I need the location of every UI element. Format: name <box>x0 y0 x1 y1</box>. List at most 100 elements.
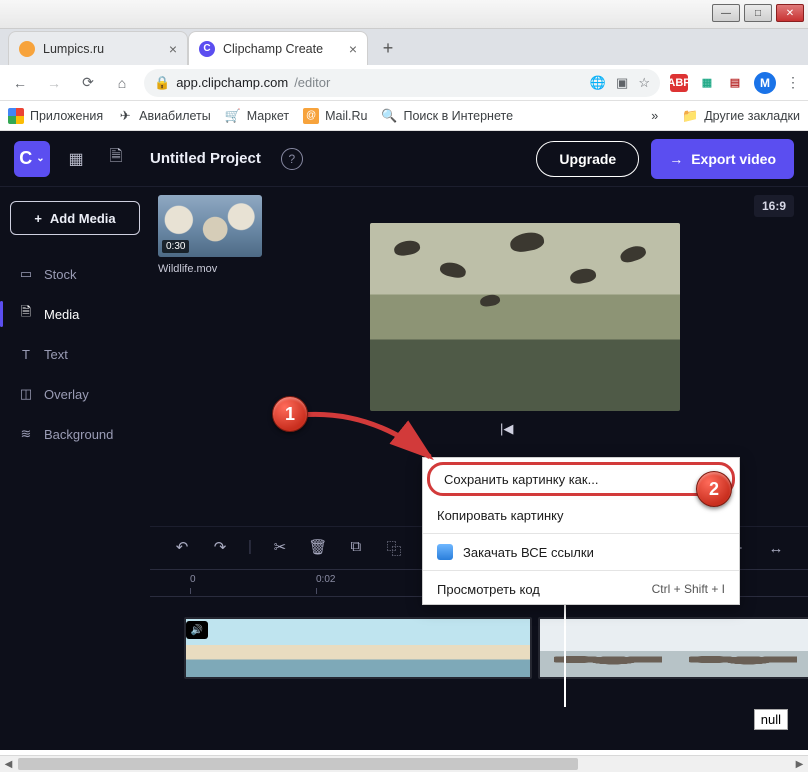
browser-tab-clipchamp[interactable]: C Clipchamp Create × <box>188 31 368 65</box>
bookmark-label: Поиск в Интернете <box>403 109 513 123</box>
scroll-left-button[interactable]: ◀ <box>0 756 17 773</box>
bookmarks-bar: Приложения ✈Авиабилеты 🛒Маркет @Mail.Ru … <box>0 101 808 131</box>
cast-icon[interactable]: ▣ <box>616 75 628 91</box>
reload-button[interactable]: ⟳ <box>76 74 100 91</box>
redo-button[interactable]: ↷ <box>210 538 230 559</box>
timeline-track[interactable]: 🔊 <box>150 597 808 707</box>
bookmark-label: Другие закладки <box>704 109 800 123</box>
text-icon: T <box>18 347 34 362</box>
sidebar: + Add Media ▭Stock 🗎Media T Text ◫Overlay… <box>0 187 150 750</box>
timeline-clip[interactable] <box>184 617 532 679</box>
app-topbar: C⌄ ▦ 🗎 Untitled Project ? Upgrade → Expo… <box>0 131 808 187</box>
tab-close-icon[interactable]: × <box>349 41 357 57</box>
ctx-separator <box>423 570 739 571</box>
bookmark-label: Маркет <box>247 109 289 123</box>
upgrade-button[interactable]: Upgrade <box>536 141 639 177</box>
url-path: /editor <box>294 75 330 90</box>
split-button[interactable]: ✂ <box>270 538 290 559</box>
media-filename: Wildlife.mov <box>158 263 262 275</box>
sidebar-item-text[interactable]: T Text <box>10 337 140 371</box>
window-close-button[interactable]: ✕ <box>776 4 804 22</box>
folder-icon: 📁 <box>682 108 698 124</box>
new-tab-button[interactable]: + <box>374 34 402 62</box>
evernote-extension-icon[interactable]: ▦ <box>698 74 716 92</box>
sidebar-item-label: Overlay <box>44 387 89 402</box>
help-button[interactable]: ? <box>281 148 303 170</box>
context-menu: Сохранить картинку как... Копировать кар… <box>422 457 740 605</box>
ctx-download-all-links[interactable]: Закачать ВСЕ ссылки <box>423 537 739 567</box>
plane-icon: ✈ <box>117 108 133 124</box>
bookmark-item[interactable]: 🔍 Поиск в Интернете <box>381 108 513 124</box>
bookmarks-overflow[interactable]: » <box>651 109 658 123</box>
duplicate-button[interactable]: ⿻ <box>384 538 404 559</box>
sidebar-item-label: Background <box>44 427 113 442</box>
window-minimize-button[interactable]: — <box>712 4 740 22</box>
video-library-icon[interactable]: ▦ <box>62 145 90 173</box>
ctx-inspect[interactable]: Просмотреть кодCtrl + Shift + I <box>423 574 739 604</box>
chevron-down-icon: ⌄ <box>36 153 44 164</box>
profile-avatar[interactable]: M <box>754 72 776 94</box>
sidebar-item-label: Stock <box>44 267 77 282</box>
add-media-button[interactable]: + Add Media <box>10 201 140 235</box>
sound-icon[interactable]: 🔊 <box>186 621 208 639</box>
delete-button[interactable]: 🗑 <box>308 538 328 559</box>
bookmark-other-folder[interactable]: 📁 Другие закладки <box>682 108 800 124</box>
download-icon <box>437 544 453 560</box>
aspect-ratio-badge[interactable]: 16:9 <box>754 195 794 217</box>
tab-title: Lumpics.ru <box>43 42 104 56</box>
tab-close-icon[interactable]: × <box>169 41 177 57</box>
sidebar-item-label: Text <box>44 347 68 362</box>
translate-icon[interactable]: 🌐 <box>590 75 606 91</box>
forward-button[interactable]: → <box>42 75 66 91</box>
abp-extension-icon[interactable]: ABP <box>670 74 688 92</box>
browser-menu-button[interactable]: ⋮ <box>786 74 800 91</box>
scrollbar-thumb[interactable] <box>18 758 578 770</box>
sidebar-item-overlay[interactable]: ◫Overlay <box>10 377 140 411</box>
bookmark-label: Приложения <box>30 109 103 123</box>
bookmark-star-icon[interactable]: ☆ <box>638 75 650 91</box>
ruler-tick: 0 <box>190 574 196 585</box>
address-bar[interactable]: 🔒 app.clipchamp.com/editor 🌐 ▣ ☆ <box>144 69 660 97</box>
search-icon: 🔍 <box>381 108 397 124</box>
pdf-extension-icon[interactable]: ▤ <box>726 74 744 92</box>
bookmark-apps[interactable]: Приложения <box>8 108 103 124</box>
window-maximize-button[interactable]: □ <box>744 4 772 22</box>
browser-tabstrip: Lumpics.ru × C Clipchamp Create × + <box>0 29 808 65</box>
ctx-separator <box>423 533 739 534</box>
app-logo[interactable]: C⌄ <box>14 141 50 177</box>
bookmark-item[interactable]: 🛒 Маркет <box>225 108 289 124</box>
document-icon[interactable]: 🗎 <box>102 145 130 173</box>
timeline-clip[interactable] <box>538 617 808 679</box>
home-button[interactable]: ⌂ <box>110 75 134 91</box>
undo-button[interactable]: ↶ <box>172 538 192 559</box>
background-icon: ≋ <box>18 426 34 442</box>
export-video-button[interactable]: → Export video <box>651 139 794 179</box>
back-button[interactable]: ← <box>8 75 32 91</box>
browser-tab-lumpics[interactable]: Lumpics.ru × <box>8 31 188 65</box>
media-thumbnail[interactable]: 0:30 <box>158 195 262 257</box>
scroll-right-button[interactable]: ▶ <box>791 756 808 773</box>
apps-icon <box>8 108 24 124</box>
horizontal-scrollbar[interactable]: ◀ ▶ <box>0 755 808 772</box>
sidebar-item-media[interactable]: 🗎Media <box>10 297 140 331</box>
bookmark-item[interactable]: @Mail.Ru <box>303 108 367 124</box>
sidebar-item-background[interactable]: ≋ Background <box>10 417 140 451</box>
tab-title: Clipchamp Create <box>223 42 323 56</box>
cart-icon: 🛒 <box>225 108 241 124</box>
video-preview[interactable] <box>370 223 680 411</box>
arrow-right-icon: → <box>669 151 683 167</box>
copy-button[interactable]: ⧉ <box>346 538 366 559</box>
bookmark-label: Авиабилеты <box>139 109 211 123</box>
bookmark-item[interactable]: ✈ Авиабилеты <box>117 108 211 124</box>
window-titlebar: — □ ✕ <box>0 0 808 29</box>
ctx-save-image-as[interactable]: Сохранить картинку как... <box>427 462 735 496</box>
ctx-copy-image[interactable]: Копировать картинку <box>423 500 739 530</box>
preview-frame <box>370 223 680 411</box>
sidebar-item-stock[interactable]: ▭Stock <box>10 257 140 291</box>
prev-frame-button[interactable]: |◀ <box>500 421 513 437</box>
project-title[interactable]: Untitled Project <box>150 150 261 167</box>
lock-icon: 🔒 <box>154 75 170 91</box>
zoom-fit-button[interactable]: ↔ <box>766 540 786 557</box>
media-icon: 🗎 <box>18 303 34 325</box>
ctx-shortcut: Ctrl + Shift + I <box>652 582 725 596</box>
